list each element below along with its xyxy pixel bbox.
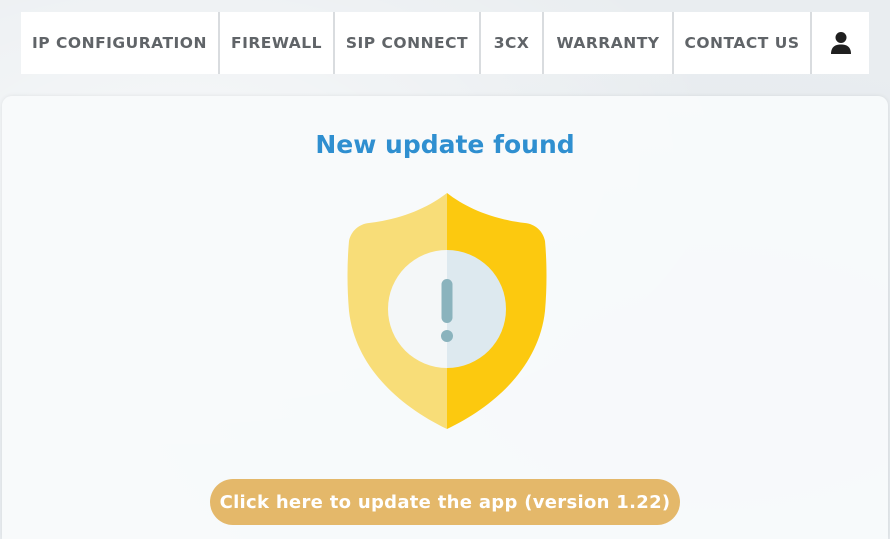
nav-item-firewall[interactable]: FIREWALL xyxy=(220,12,335,74)
nav-item-3cx[interactable]: 3CX xyxy=(481,12,544,74)
update-app-button[interactable]: Click here to update the app (version 1.… xyxy=(210,479,680,525)
nav-item-warranty[interactable]: WARRANTY xyxy=(544,12,674,74)
update-card: New update found Click here to update th… xyxy=(2,96,888,539)
user-account-button[interactable] xyxy=(812,12,869,74)
shield-warning-icon xyxy=(347,193,547,429)
nav-item-ip-configuration[interactable]: IP CONFIGURATION xyxy=(21,12,220,74)
nav-item-contact-us[interactable]: CONTACT US xyxy=(674,12,812,74)
user-icon xyxy=(830,32,851,54)
nav-item-sip-connect[interactable]: SIP CONNECT xyxy=(335,12,481,74)
top-nav: IP CONFIGURATION FIREWALL SIP CONNECT 3C… xyxy=(21,12,869,74)
page-title: New update found xyxy=(315,130,575,159)
